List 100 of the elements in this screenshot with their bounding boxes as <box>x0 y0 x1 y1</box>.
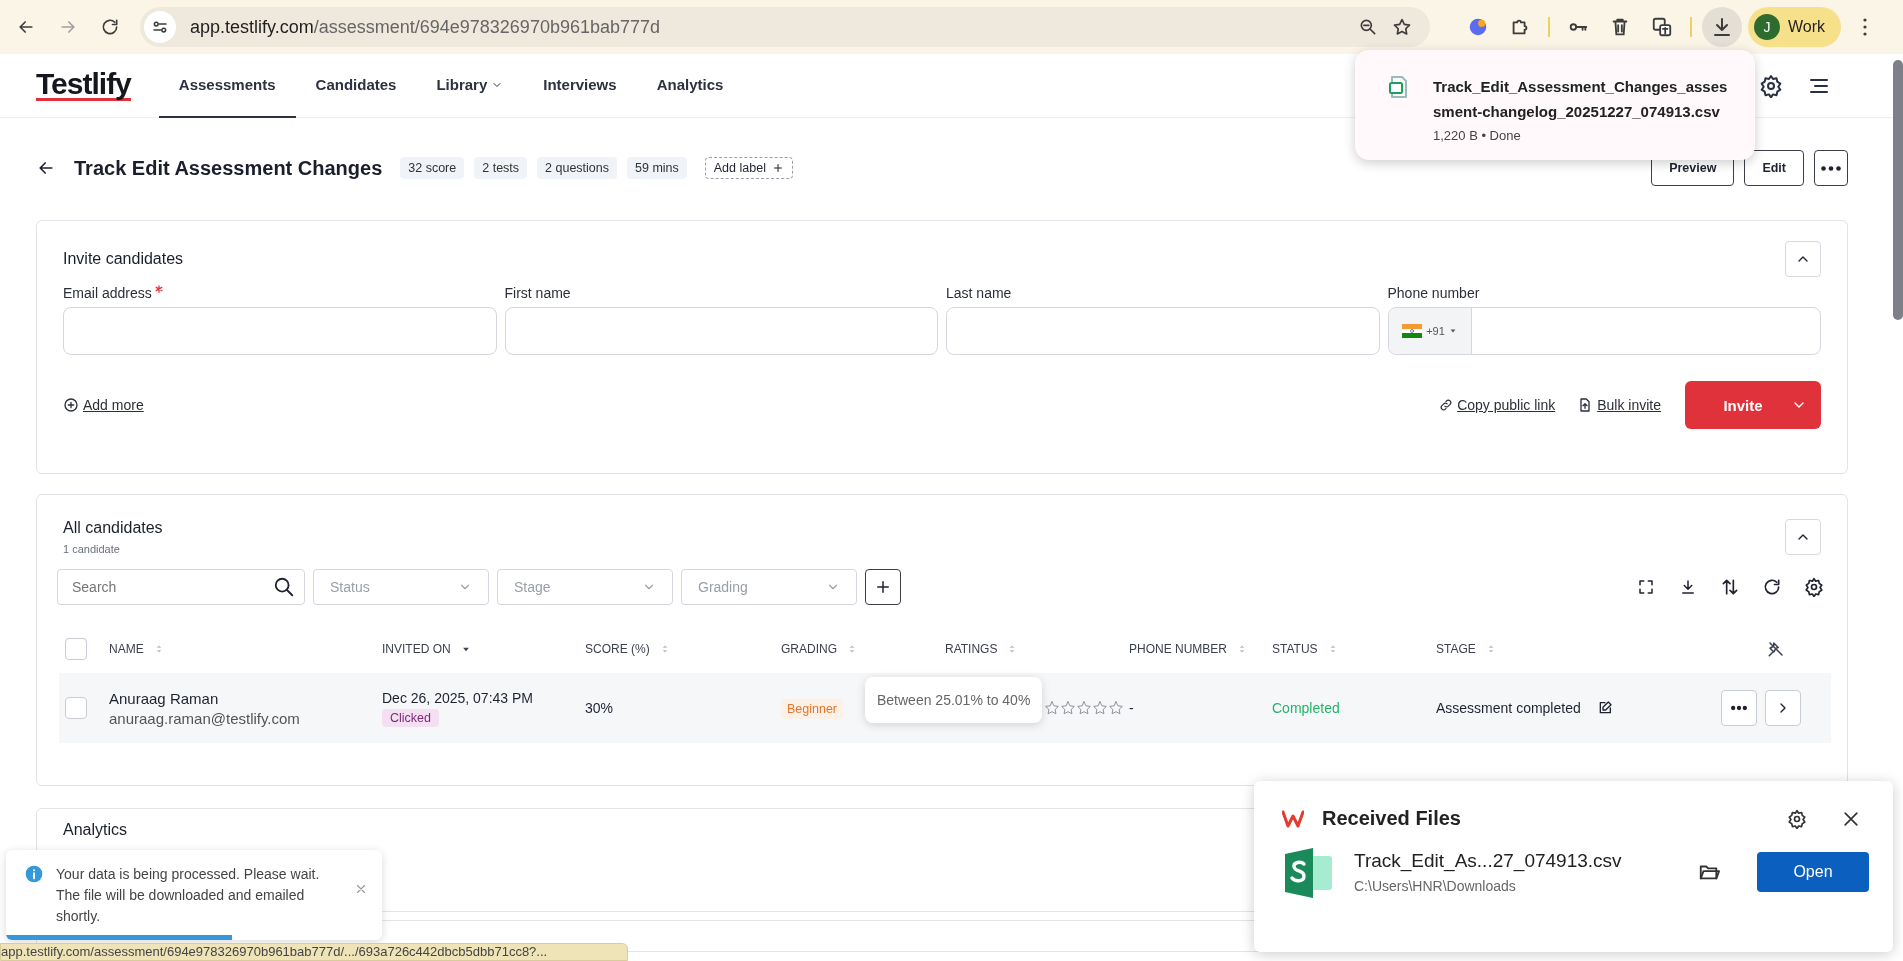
candidate-email: anuraag.raman@testlify.com <box>109 709 300 727</box>
nav-tab[interactable]: Candidates <box>295 53 417 118</box>
expand-icon <box>1637 578 1655 596</box>
caret-icon <box>1448 327 1457 335</box>
column-header[interactable]: GRADING <box>781 642 837 656</box>
star-icon <box>1392 17 1412 37</box>
logo[interactable]: Testlify <box>36 70 131 101</box>
invite-button[interactable]: Invite <box>1685 381 1821 429</box>
required-asterisk-icon <box>154 285 163 293</box>
row-checkbox[interactable] <box>65 697 87 719</box>
column-header[interactable]: NAME <box>109 642 144 656</box>
sort-arrows-icon <box>1720 577 1740 597</box>
close-icon <box>354 882 368 896</box>
more-button[interactable] <box>1814 150 1848 186</box>
column-header[interactable]: STATUS <box>1272 642 1318 656</box>
toast-message: Your data is being processed. Please wait. The file will be downloaded and emailed shortly. <box>56 865 321 926</box>
settings-icon <box>1804 577 1824 597</box>
candidate-row[interactable]: Anuraag Raman anuraag.raman@testlify.com Dec 26, 2025, 07:43 PM Clicked 30% Beginner Between 25.01% to 40% - Completed Assessment completed <box>59 673 1831 743</box>
spreadsheet-icon <box>1282 846 1334 898</box>
star-icon <box>1077 701 1091 715</box>
site-settings-icon <box>151 18 169 36</box>
info-tag: 2 questions <box>537 157 617 179</box>
file-name[interactable]: Track_Edit_Assessment_Changes_assessment-changelog_20251227_074913.csv <box>1433 74 1733 124</box>
grading-badge: Beginner <box>781 699 844 719</box>
add-label-button[interactable]: Add label <box>704 157 793 179</box>
field-label: Email address <box>63 285 152 301</box>
downloads-button[interactable] <box>1702 7 1742 47</box>
bulk-invite-link[interactable]: Bulk invite <box>1577 397 1661 413</box>
plus-icon <box>874 578 892 596</box>
column-header[interactable]: PHONE NUMBER <box>1129 642 1227 656</box>
copy-link[interactable]: Copy public link <box>1439 397 1556 413</box>
input-field[interactable] <box>504 307 938 355</box>
zoom-out-icon <box>1358 17 1378 37</box>
page-title: Track Edit Assessment Changes <box>74 156 383 180</box>
field-label: Last name <box>946 285 1012 301</box>
star-icon <box>1093 701 1107 715</box>
star-rating[interactable] <box>1045 701 1123 715</box>
add-more-link[interactable]: Add more <box>63 397 144 413</box>
input-field[interactable] <box>63 307 497 355</box>
more-vertical-icon <box>1863 18 1868 36</box>
link-icon <box>1439 398 1454 412</box>
card-title: Analytics <box>63 821 129 839</box>
nav-tab[interactable]: Library <box>416 53 524 118</box>
input-field[interactable] <box>946 307 1380 355</box>
status-text: Completed <box>1272 700 1341 716</box>
status-url: app.testlify.com/assessment/694e978326970b961bab777d/.../693a726c442dbcb5dbb71cc8?... <box>0 943 628 961</box>
phone-text: - <box>1129 700 1135 716</box>
search-icon <box>273 576 295 598</box>
info-tag: 32 score <box>400 157 465 179</box>
plus-icon <box>771 162 784 174</box>
open-button[interactable]: Open <box>1757 852 1869 892</box>
unpin-icon <box>1767 640 1785 658</box>
wps-logo-icon <box>1282 809 1304 828</box>
scrollbar[interactable] <box>1893 60 1903 320</box>
profile-button[interactable]: J Work <box>1748 7 1842 47</box>
invited-date: Dec 26, 2025, 07:43 PM <box>382 689 533 706</box>
translate-icon <box>1651 16 1673 38</box>
nav-tab[interactable]: Assessments <box>158 53 296 118</box>
info-icon <box>24 864 44 884</box>
url-text: app.testlify.com/assessment/694e978326970b961bab777d <box>190 16 661 38</box>
star-icon <box>1061 701 1075 715</box>
add-filter-button[interactable] <box>865 569 901 605</box>
column-header[interactable]: RATINGS <box>945 642 998 656</box>
more-icon <box>1821 165 1841 171</box>
info-tag: 2 tests <box>474 157 528 179</box>
star-icon <box>1045 701 1059 715</box>
address-bar[interactable]: app.testlify.com/assessment/694e978326970b961bab777d <box>140 7 1430 47</box>
column-header[interactable]: SCORE (%) <box>585 642 650 656</box>
column-header[interactable]: STAGE <box>1436 642 1476 656</box>
nav-tab[interactable]: Analytics <box>636 53 744 118</box>
select-all-checkbox[interactable] <box>65 638 87 660</box>
download-icon <box>1679 578 1697 596</box>
column-header[interactable]: INVITED ON <box>382 642 451 656</box>
invite-status-badge: Clicked <box>382 708 439 727</box>
file-name: Track_Edit_As...27_074913.csv <box>1354 850 1622 872</box>
settings-icon <box>1759 73 1783 98</box>
card-title: Invite candidates <box>63 250 184 268</box>
candidate-count: 1 candidate <box>63 543 121 555</box>
settings-icon <box>1787 808 1807 829</box>
rating-tooltip: Between 25.01% to 40% <box>865 677 1043 723</box>
extension-badge-icon <box>1467 16 1489 38</box>
info-tag: 59 mins <box>627 157 687 179</box>
stage-text: Assessment completed <box>1436 700 1581 716</box>
country-code-select[interactable]: +91 <box>1388 308 1472 354</box>
file-path: C:\Users\HNR\Downloads <box>1354 878 1517 894</box>
field-label: Phone number <box>1387 285 1480 301</box>
score-text: 30% <box>585 700 615 716</box>
candidate-name: Anuraag Raman <box>109 689 219 707</box>
india-flag-icon <box>1402 324 1423 338</box>
star-icon <box>1109 701 1123 715</box>
reload-icon <box>100 17 120 37</box>
phone-field[interactable]: +91 <box>1387 307 1821 355</box>
refresh-icon <box>1762 577 1782 597</box>
search-field[interactable]: Search <box>57 569 305 605</box>
field-label: First name <box>504 285 571 301</box>
file-meta: 1,220 B • Done <box>1433 128 1522 143</box>
plus-circle-icon <box>63 397 79 413</box>
popup-title: Received Files <box>1322 807 1461 830</box>
card-title: All candidates <box>63 519 163 537</box>
nav-tab[interactable]: Interviews <box>523 53 637 118</box>
